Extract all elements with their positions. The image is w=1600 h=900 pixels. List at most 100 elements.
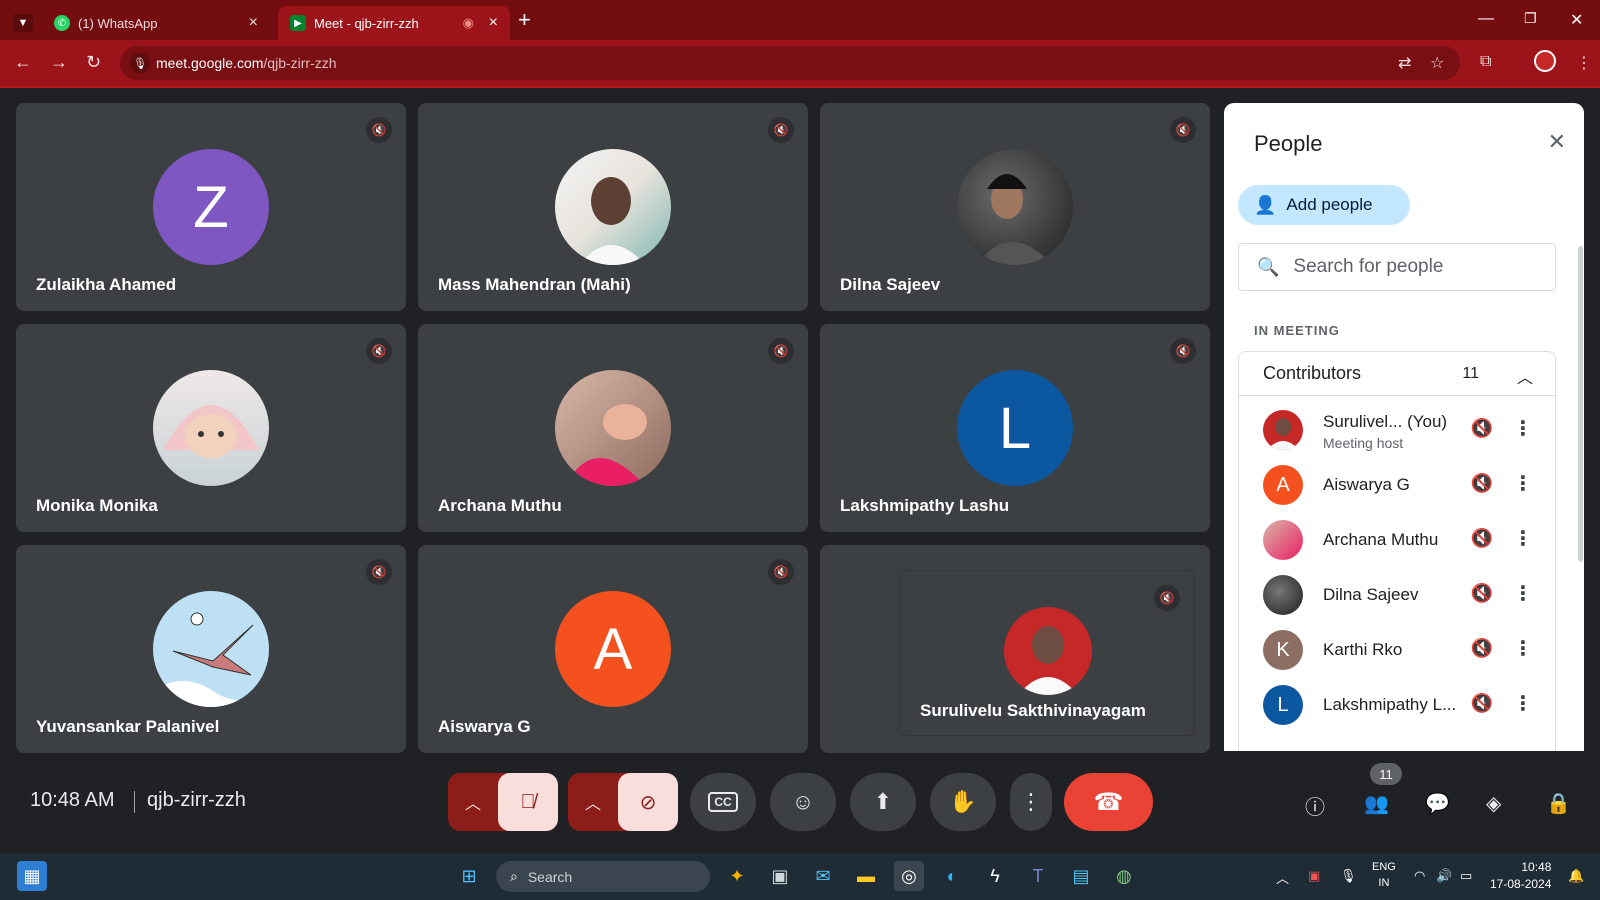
battery-icon[interactable]: ▭ (1460, 868, 1472, 884)
more-options-icon[interactable]: ⋮ (1513, 581, 1533, 606)
contributors-header[interactable]: Contributors 11 ︿ (1239, 352, 1555, 396)
chrome-icon[interactable]: ◎ (894, 861, 924, 891)
volume-icon[interactable]: 🔊 (1436, 868, 1452, 884)
profile-avatar[interactable] (1534, 50, 1556, 72)
file-explorer-icon[interactable]: ▬ (851, 861, 881, 891)
participant-tile[interactable]: 🔇 A Aiswarya G (418, 545, 808, 753)
taskbar-search[interactable]: ⌕ Search (496, 861, 710, 892)
restore-button[interactable]: ❐ (1524, 10, 1537, 27)
teams-icon[interactable]: T (1023, 861, 1053, 891)
participant-tile[interactable]: 🔇 Mass Mahendran (Mahi) (418, 103, 808, 311)
reload-button[interactable]: ↻ (86, 52, 101, 72)
participant-tile[interactable]: 🔇 Yuvansankar Palanivel (16, 545, 406, 753)
close-tab-icon[interactable]: × (249, 14, 258, 32)
participant-tile[interactable]: 🔇 Z Zulaikha Ahamed (16, 103, 406, 311)
list-item[interactable]: Archana Muthu 🔇 ⋮ (1239, 512, 1555, 567)
tab-meet[interactable]: ▶ Meet - qjb-zirr-zzh ◉ × (278, 6, 510, 40)
mic-off-icon[interactable]: 🔇 (1471, 528, 1493, 549)
wifi-icon[interactable]: ◠ (1414, 868, 1425, 884)
reactions-button[interactable]: ☺ (770, 773, 836, 831)
chat-button[interactable]: 💬 (1425, 791, 1450, 816)
extensions-icon[interactable]: ⧉ (1480, 53, 1491, 71)
minimize-button[interactable]: — (1478, 10, 1494, 28)
raise-hand-button[interactable]: ✋ (930, 773, 996, 831)
windows-start-icon[interactable]: ⊞ (454, 861, 484, 891)
mail-icon[interactable]: ✉ (808, 861, 838, 891)
participant-tile[interactable]: 🔇 L Lakshmipathy Lashu (820, 324, 1210, 532)
more-options-icon[interactable]: ⋮ (1513, 636, 1533, 661)
present-button[interactable]: ⬆ (850, 773, 916, 831)
tab-whatsapp[interactable]: ✆ (1) WhatsApp × (42, 6, 270, 40)
recording-icon: ◉ (462, 15, 474, 30)
address-bar[interactable]: 🎙 meet.google.com/qjb-zirr-zzh (120, 46, 1460, 80)
more-options-icon[interactable]: ⋮ (1513, 526, 1533, 551)
panel-scrollbar[interactable] (1578, 246, 1583, 562)
activities-button[interactable]: ◈ (1486, 791, 1501, 816)
list-item[interactable]: L Lakshmipathy L... 🔇 ⋮ (1239, 677, 1555, 732)
chevron-up-icon[interactable]: ︿ (1276, 868, 1289, 887)
new-tab-button[interactable]: + (518, 8, 531, 32)
participant-tile[interactable]: 🔇 Dilna Sajeev (820, 103, 1210, 311)
close-tab-icon[interactable]: × (489, 14, 498, 32)
close-icon[interactable]: ✕ (1548, 129, 1566, 155)
edge-icon[interactable]: ◐ (937, 861, 967, 891)
back-button[interactable]: ← (14, 52, 32, 72)
camera-off-button[interactable]: ⊘ (618, 773, 678, 831)
pterodactyl-icon (153, 612, 269, 707)
host-controls-button[interactable]: 🔒 (1546, 791, 1571, 816)
avatar: Z (153, 149, 269, 265)
add-people-button[interactable]: 👤 Add people (1238, 185, 1410, 225)
list-item[interactable]: Dilna Sajeev 🔇 ⋮ (1239, 567, 1555, 622)
person-role: Meeting host (1323, 435, 1404, 451)
microphone-icon[interactable]: 🎙 (1340, 868, 1357, 884)
list-item[interactable]: K Karthi Rko 🔇 ⋮ (1239, 622, 1555, 677)
widgets-icon[interactable]: ▦ (17, 861, 47, 891)
language-indicator[interactable]: ENG IN (1372, 859, 1396, 891)
mic-off-button[interactable]: 🎙̸ (498, 773, 558, 831)
list-item[interactable]: Surulivel... (You) Meeting host 🔇 ⋮ (1239, 402, 1555, 457)
leave-call-button[interactable]: ☎ (1064, 773, 1153, 831)
meeting-time: 10:48 AM (30, 789, 115, 811)
system-clock[interactable]: 10:48 17-08-2024 (1490, 859, 1551, 893)
self-tile[interactable]: 🔇 Surulivelu Sakthivinayagam (820, 545, 1210, 753)
menu-icon[interactable]: ⋮ (1576, 53, 1592, 73)
participant-name: Lakshmipathy Lashu (840, 496, 1010, 515)
globe-app-icon[interactable]: ◍ (1109, 861, 1139, 891)
meeting-code: qjb-zirr-zzh (147, 789, 246, 811)
chevron-down-icon: ▼ (12, 14, 34, 32)
tray-app-icon[interactable]: ▣ (1308, 868, 1320, 884)
task-view-icon[interactable]: ▣ (765, 861, 795, 891)
mic-off-icon[interactable]: 🔇 (1471, 473, 1493, 494)
lightning-app-icon[interactable]: ϟ (980, 861, 1010, 891)
notepad-icon[interactable]: ▤ (1066, 861, 1096, 891)
mic-off-icon[interactable]: 🔇 (1471, 638, 1493, 659)
meeting-details-button[interactable]: ⓘ (1305, 791, 1325, 820)
people-button[interactable]: 👥 (1364, 791, 1389, 816)
forward-button[interactable]: → (50, 52, 68, 72)
star-icon[interactable]: ☆ (1430, 53, 1444, 73)
participant-tile[interactable]: 🔇 Archana Muthu (418, 324, 808, 532)
video-options-button[interactable]: ︿ (568, 773, 618, 831)
mic-off-icon[interactable]: 🔇 (1471, 693, 1493, 714)
search-people-input[interactable]: 🔍 Search for people (1238, 243, 1556, 291)
more-options-button[interactable]: ⋮ (1010, 773, 1052, 831)
captions-button[interactable]: CC (690, 773, 756, 831)
notification-bell-icon[interactable]: 🔔 (1568, 868, 1584, 884)
chat-icon: 💬 (1425, 793, 1450, 815)
mic-off-icon[interactable]: 🔇 (1471, 583, 1493, 604)
list-item[interactable]: A Aiswarya G 🔇 ⋮ (1239, 457, 1555, 512)
mic-off-icon[interactable]: 🔇 (1471, 418, 1493, 439)
close-window-button[interactable]: ✕ (1570, 10, 1583, 30)
copilot-icon[interactable]: ✦ (722, 861, 752, 891)
microphone-icon[interactable]: 🎙 (130, 53, 150, 73)
more-options-icon[interactable]: ⋮ (1513, 691, 1533, 716)
translate-icon[interactable]: ⇄ (1398, 53, 1411, 73)
panel-title: People (1254, 131, 1323, 156)
more-options-icon[interactable]: ⋮ (1513, 471, 1533, 496)
audio-options-button[interactable]: ︿ (448, 773, 498, 831)
chevron-up-icon[interactable]: ︿ (1517, 364, 1533, 388)
more-options-icon[interactable]: ⋮ (1513, 416, 1533, 441)
contributors-group: Contributors 11 ︿ Surulivel... (You) Mee… (1238, 351, 1556, 751)
participant-tile[interactable]: 🔇 Monika Monika (16, 324, 406, 532)
tab-search-button[interactable]: ▼ (8, 6, 38, 40)
